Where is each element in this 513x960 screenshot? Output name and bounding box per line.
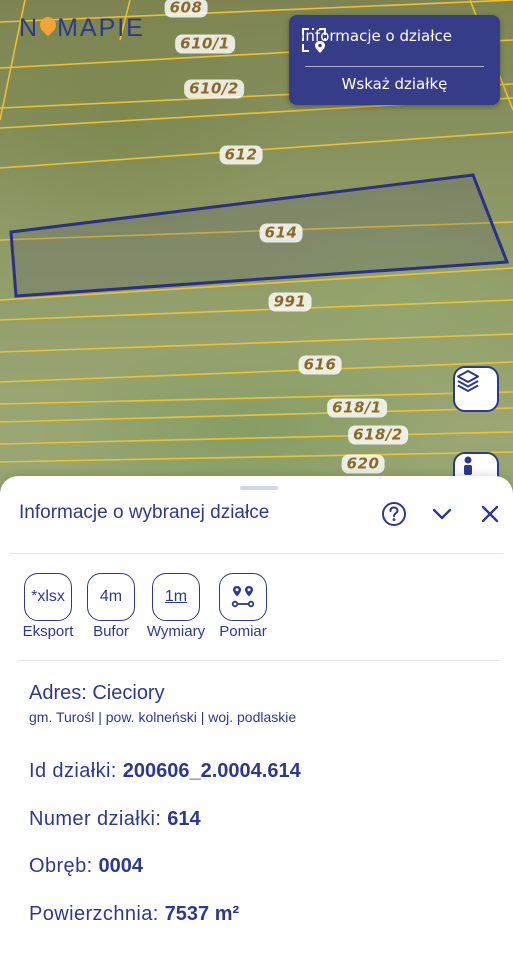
app-logo[interactable]: N MAPIE — [19, 13, 145, 43]
sheet-title: Informacje o wybranej działce — [19, 502, 270, 523]
buffer-label: Bufor — [93, 623, 129, 640]
map-pin-icon — [36, 13, 60, 36]
parcel-label[interactable]: 618/1 — [327, 398, 387, 418]
address-title: Adres: Cieciory — [29, 682, 165, 704]
buffer-button[interactable]: 4m — [87, 573, 135, 621]
select-area-icon — [302, 28, 326, 53]
parcel-label[interactable]: 612 — [219, 145, 263, 165]
parcel-number-value: 614 — [167, 808, 201, 830]
divider — [305, 66, 484, 67]
layers-icon — [457, 370, 479, 392]
precinct-value: 0004 — [98, 855, 144, 877]
help-button[interactable] — [380, 500, 408, 528]
dimensions-label: Wymiary — [146, 623, 206, 640]
measure-label: Pomiar — [219, 623, 267, 640]
parcel-label[interactable]: 610/1 — [175, 34, 235, 54]
help-icon — [382, 502, 406, 526]
ruler-icon: 1m — [164, 588, 188, 605]
chevron-down-icon — [432, 508, 452, 520]
export-button[interactable]: *xlsx — [24, 573, 72, 621]
address-subtitle: gm. Turośl | pow. kolneński | woj. podla… — [29, 709, 297, 725]
parcel-details-sheet: Informacje o wybranej działce *xlsx Eksp… — [0, 476, 513, 960]
xlsx-icon: *xlsx — [31, 588, 65, 605]
buffer-icon: 4m — [99, 588, 123, 605]
drag-handle[interactable] — [240, 486, 278, 490]
layers-button[interactable] — [453, 366, 499, 412]
parcel-info-panel: Informacje o działce Wskaż działkę — [289, 15, 500, 105]
close-button[interactable] — [476, 500, 504, 528]
parcel-label[interactable]: 620 — [341, 454, 385, 474]
parcel-label-selected[interactable]: 614 — [259, 223, 303, 243]
field-area: Powierzchnia: 7537 m² — [29, 903, 240, 925]
parcel-label[interactable]: 616 — [298, 355, 342, 375]
parcel-id-value: 200606_2.0004.614 — [122, 760, 301, 782]
export-label: Eksport — [22, 623, 74, 640]
close-icon — [481, 505, 499, 523]
divider — [10, 553, 503, 554]
area-value: 7537 m² — [164, 903, 240, 925]
parcel-label[interactable]: 608 — [164, 0, 208, 18]
point-parcel-button[interactable]: Wskaż działkę — [289, 75, 500, 93]
parcel-label[interactable]: 618/2 — [348, 425, 408, 445]
parcel-label[interactable]: 610/2 — [184, 79, 244, 99]
measure-pins-icon — [231, 586, 255, 608]
parcel-info-button[interactable]: Informacje o działce — [301, 27, 452, 53]
measure-button[interactable] — [219, 573, 267, 621]
field-parcel-id: Id działki: 200606_2.0004.614 — [29, 760, 301, 782]
field-precinct: Obręb: 0004 — [29, 855, 144, 877]
parcel-label[interactable]: 991 — [268, 292, 312, 312]
field-parcel-number: Numer działki: 614 — [29, 808, 201, 830]
dimensions-button[interactable]: 1m — [152, 573, 200, 621]
collapse-button[interactable] — [428, 500, 456, 528]
divider — [18, 660, 499, 661]
